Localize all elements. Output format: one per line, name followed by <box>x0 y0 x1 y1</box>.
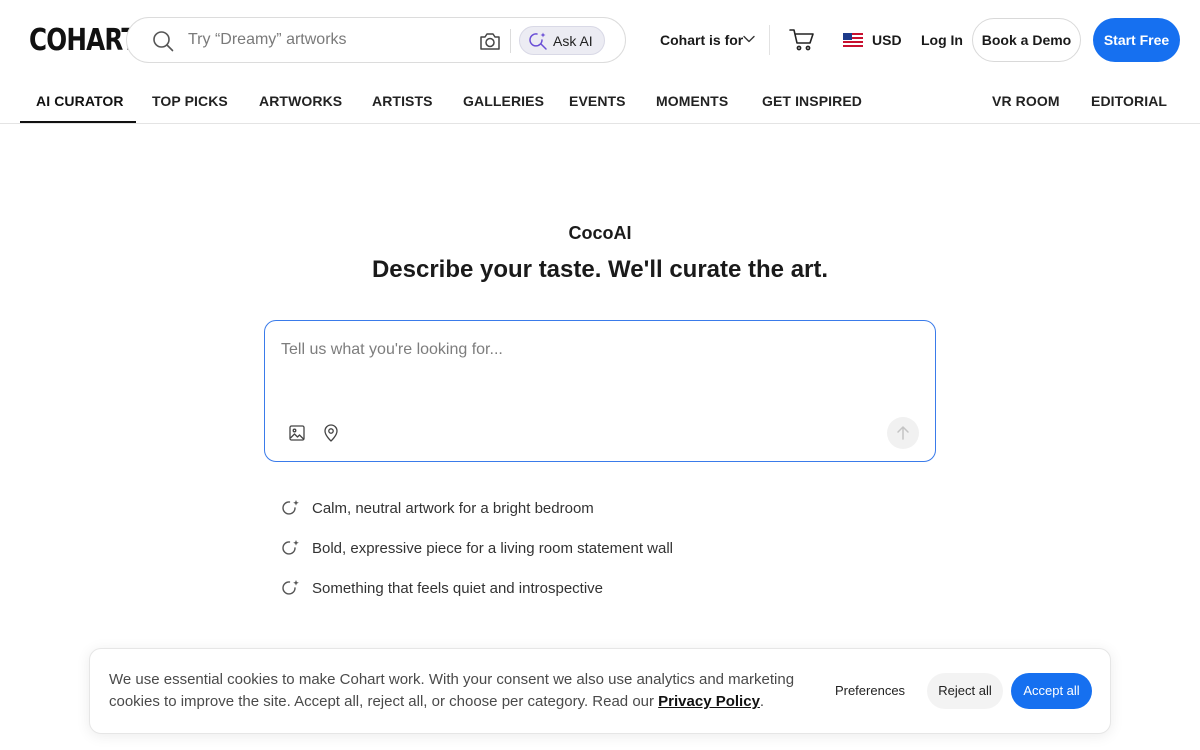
search-input[interactable]: Try “Dreamy” artworks <box>188 31 347 49</box>
site-header: COHART Try “Dreamy” artworks Ask AI Coha… <box>0 0 1200 80</box>
location-pin-icon[interactable] <box>323 424 339 442</box>
sparkle-search-icon <box>529 32 547 50</box>
accept-all-button[interactable]: Accept all <box>1011 673 1092 709</box>
camera-icon[interactable] <box>478 29 502 53</box>
prompt-textarea[interactable]: Tell us what you're looking for... <box>281 341 503 359</box>
nav-item-top-picks[interactable]: TOP PICKS <box>152 93 228 109</box>
search-divider <box>510 29 511 53</box>
cookie-text-end: . <box>759 693 765 710</box>
assistant-name: CocoAI <box>568 223 632 243</box>
us-flag-icon <box>843 33 863 47</box>
ask-ai-button[interactable]: Ask AI <box>519 26 605 55</box>
currency-selector[interactable]: USD <box>872 32 902 48</box>
send-button[interactable] <box>887 417 919 449</box>
header-divider <box>769 25 770 55</box>
cart-icon[interactable] <box>789 28 815 52</box>
nav-item-get-inspired[interactable]: GET INSPIRED <box>762 93 862 109</box>
sparkle-icon <box>282 540 299 555</box>
nav-item-artists[interactable]: ARTISTS <box>372 93 433 109</box>
nav-item-vr-room[interactable]: VR ROOM <box>992 93 1060 109</box>
nav-item-artworks[interactable]: ARTWORKS <box>259 93 342 109</box>
suggestion-text: Bold, expressive piece for a living room… <box>312 540 673 557</box>
chevron-down-icon <box>743 35 755 43</box>
arrow-up-icon <box>897 426 909 440</box>
page-headline: Describe your taste. We'll curate the ar… <box>371 256 829 283</box>
ask-ai-label: Ask AI <box>553 33 593 49</box>
book-demo-button[interactable]: Book a Demo <box>972 18 1081 62</box>
login-link[interactable]: Log In <box>921 32 963 48</box>
image-upload-icon[interactable] <box>289 425 305 441</box>
main-nav: AI CURATOR TOP PICKS ARTWORKS ARTISTS GA… <box>0 80 1200 124</box>
active-tab-indicator <box>20 121 136 123</box>
search-icon <box>153 31 174 52</box>
search-bar[interactable]: Try “Dreamy” artworks Ask AI <box>126 17 626 63</box>
nav-item-moments[interactable]: MOMENTS <box>656 93 728 109</box>
nav-item-galleries[interactable]: GALLERIES <box>463 93 544 109</box>
sparkle-icon <box>282 580 299 595</box>
audience-menu[interactable]: Cohart is for <box>660 32 755 48</box>
start-free-button[interactable]: Start Free <box>1093 18 1180 62</box>
sparkle-icon <box>282 500 299 515</box>
nav-item-editorial[interactable]: EDITORIAL <box>1091 93 1167 109</box>
nav-item-ai-curator[interactable]: AI CURATOR <box>36 93 124 109</box>
suggestion-text: Calm, neutral artwork for a bright bedro… <box>312 500 594 517</box>
privacy-policy-link[interactable]: Privacy Policy <box>658 693 760 710</box>
cookie-banner: We use essential cookies to make Cohart … <box>89 648 1111 734</box>
reject-all-button[interactable]: Reject all <box>927 673 1003 709</box>
preferences-button[interactable]: Preferences <box>822 673 918 709</box>
suggestion-text: Something that feels quiet and introspec… <box>312 580 604 597</box>
cohart-logo[interactable]: COHART <box>29 24 138 58</box>
audience-menu-label: Cohart is for <box>660 32 744 48</box>
nav-item-events[interactable]: EVENTS <box>569 93 626 109</box>
cookie-message: We use essential cookies to make Cohart … <box>109 669 809 713</box>
prompt-input-box[interactable]: Tell us what you're looking for... <box>264 320 936 462</box>
